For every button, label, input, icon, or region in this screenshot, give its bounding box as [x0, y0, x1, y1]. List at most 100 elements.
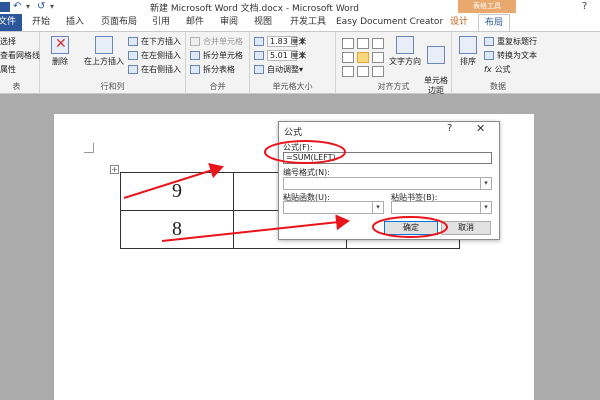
group-label-data: 数据	[490, 82, 506, 91]
view-gridlines-button[interactable]: 查看网格线	[0, 50, 40, 61]
autofit-button[interactable]: 自动调整 ▾	[254, 64, 303, 75]
tab-home[interactable]: 开始	[26, 14, 56, 31]
delete-button[interactable]: 删除	[46, 36, 74, 67]
table-move-handle-icon[interactable]: +	[110, 165, 119, 174]
tab-layout[interactable]: 布局	[478, 14, 510, 31]
sort-button[interactable]: 排序	[456, 36, 480, 67]
customize-qat-icon[interactable]: ▾	[50, 2, 58, 12]
split-cells-button[interactable]: 拆分单元格	[190, 50, 243, 61]
save-icon[interactable]	[0, 2, 10, 12]
spinner-icon[interactable]: ⇕	[299, 51, 306, 60]
group-cell-size: 1.83 厘米 ⇕ 5.01 厘米 ⇕ 自动调整 ▾ 单元格大小	[250, 32, 336, 94]
align-middle-center-button[interactable]	[357, 52, 369, 63]
group-merge: 合并单元格 拆分单元格 拆分表格 合并	[186, 32, 250, 94]
help-icon[interactable]: ?	[582, 1, 587, 12]
group-table: 选择 查看网格线 属性 表	[0, 32, 40, 94]
split-table-button[interactable]: 拆分表格	[190, 64, 235, 75]
undo-icon[interactable]: ↶	[13, 2, 23, 12]
select-button[interactable]: 选择	[0, 36, 16, 47]
group-alignment: 文字方向 单元格 边距 对齐方式	[336, 32, 452, 95]
insert-below-button[interactable]: 在下方插入	[128, 36, 181, 47]
insert-left-button[interactable]: 在左侧插入	[128, 50, 181, 61]
split-cells-icon	[190, 51, 200, 60]
convert-to-text-button[interactable]: 转换为文本	[484, 50, 537, 61]
sort-icon	[459, 36, 477, 54]
redo-icon[interactable]: ↺	[37, 2, 47, 12]
ribbon-tabs: 文件 开始 插入 页面布局 引用 邮件 审阅 视图 开发工具 Easy Docu…	[0, 14, 600, 31]
table-tools-band: 表格工具	[458, 0, 516, 13]
tab-page-layout[interactable]: 页面布局	[92, 14, 146, 31]
align-bottom-left-button[interactable]	[342, 66, 354, 77]
table-cell[interactable]: 8	[120, 210, 234, 249]
insert-left-icon	[128, 51, 138, 60]
group-label-merge: 合并	[209, 82, 226, 91]
insert-right-button[interactable]: 在右侧插入	[128, 64, 181, 75]
align-top-right-button[interactable]	[372, 38, 384, 49]
tab-design[interactable]: 设计	[444, 14, 474, 31]
align-middle-right-button[interactable]	[372, 52, 384, 63]
convert-to-text-icon	[484, 51, 494, 60]
column-width-field[interactable]: 5.01 厘米 ⇕	[254, 50, 306, 61]
align-bottom-right-button[interactable]	[372, 66, 384, 77]
help-icon[interactable]: ?	[447, 123, 452, 134]
column-width-input[interactable]: 5.01 厘米	[267, 50, 306, 61]
text-direction-button[interactable]: 文字方向	[388, 36, 422, 67]
paste-function-select[interactable]: ▾	[283, 201, 384, 214]
merge-cells-icon	[190, 37, 200, 46]
repeat-header-icon	[484, 37, 494, 46]
autofit-label: 自动调整	[267, 65, 299, 74]
row-height-icon	[254, 37, 264, 46]
close-icon[interactable]: ✕	[476, 122, 485, 135]
number-format-select[interactable]: ▾	[283, 177, 492, 190]
alignment-buttons	[342, 38, 384, 77]
merge-cells-button[interactable]: 合并单元格	[190, 36, 243, 47]
group-data: 排序 重复标题行 转换为文本 fx 公式 数据	[452, 32, 544, 94]
formula-input[interactable]: =SUM(LEFT)	[283, 152, 492, 164]
align-middle-left-button[interactable]	[342, 52, 354, 63]
table-cell[interactable]: 9	[120, 172, 234, 211]
margin-corner-mark	[84, 143, 94, 153]
repeat-header-button[interactable]: 重复标题行	[484, 36, 537, 47]
tab-insert[interactable]: 插入	[60, 14, 90, 31]
tab-view[interactable]: 视图	[248, 14, 278, 31]
sort-label: 排序	[460, 57, 476, 66]
spinner-icon[interactable]: ⇕	[299, 37, 306, 46]
insert-above-button[interactable]: 在上方插入	[82, 36, 126, 67]
align-top-left-button[interactable]	[342, 38, 354, 49]
ok-button[interactable]: 确定	[384, 221, 438, 235]
split-table-icon	[190, 65, 200, 74]
group-label-alignment: 对齐方式	[377, 82, 410, 91]
tab-easy-document-creator[interactable]: Easy Document Creator	[336, 14, 443, 31]
cancel-button[interactable]: 取消	[441, 221, 491, 235]
chevron-down-icon: ▾	[372, 202, 383, 213]
insert-below-label: 在下方插入	[141, 37, 181, 46]
group-label-table: 表	[12, 82, 21, 91]
formula-dialog: 公式 ? ✕ 公式(F): =SUM(LEFT) 编号格式(N): ▾ 粘贴函数…	[278, 121, 500, 240]
insert-above-label: 在上方插入	[84, 57, 124, 66]
tab-references[interactable]: 引用	[146, 14, 176, 31]
align-bottom-center-button[interactable]	[357, 66, 369, 77]
align-top-center-button[interactable]	[357, 38, 369, 49]
title-bar: ↶ ▾ ↺ ▾ 新建 Microsoft Word 文档.docx - Micr…	[0, 0, 600, 14]
row-height-field[interactable]: 1.83 厘米 ⇕	[254, 36, 306, 47]
tab-developer[interactable]: 开发工具	[283, 14, 333, 31]
column-width-icon	[254, 51, 264, 60]
properties-label: 属性	[0, 65, 16, 74]
group-rows-cols: 删除 在上方插入 在下方插入 在左侧插入 在右侧插入 行和列	[40, 32, 186, 94]
insert-left-label: 在左侧插入	[141, 51, 181, 60]
formula-button[interactable]: fx 公式	[484, 64, 511, 75]
tab-mailings[interactable]: 邮件	[180, 14, 210, 31]
ribbon: 选择 查看网格线 属性 表 删除 在上方插入 在下方插入 在左侧插入 在右侧插入…	[0, 31, 600, 95]
paste-bookmark-select[interactable]: ▾	[391, 201, 492, 214]
chevron-down-icon: ▾	[480, 178, 491, 189]
quick-access-toolbar: ↶ ▾ ↺ ▾	[0, 1, 61, 13]
text-direction-icon	[396, 36, 414, 54]
chevron-down-icon[interactable]: ▾	[26, 2, 34, 12]
convert-to-text-label: 转换为文本	[497, 51, 537, 60]
tab-file[interactable]: 文件	[0, 14, 22, 31]
delete-label: 删除	[52, 57, 68, 66]
row-height-input[interactable]: 1.83 厘米	[267, 36, 306, 47]
tab-review[interactable]: 审阅	[214, 14, 244, 31]
cell-margins-icon	[427, 46, 445, 64]
properties-button[interactable]: 属性	[0, 64, 16, 75]
